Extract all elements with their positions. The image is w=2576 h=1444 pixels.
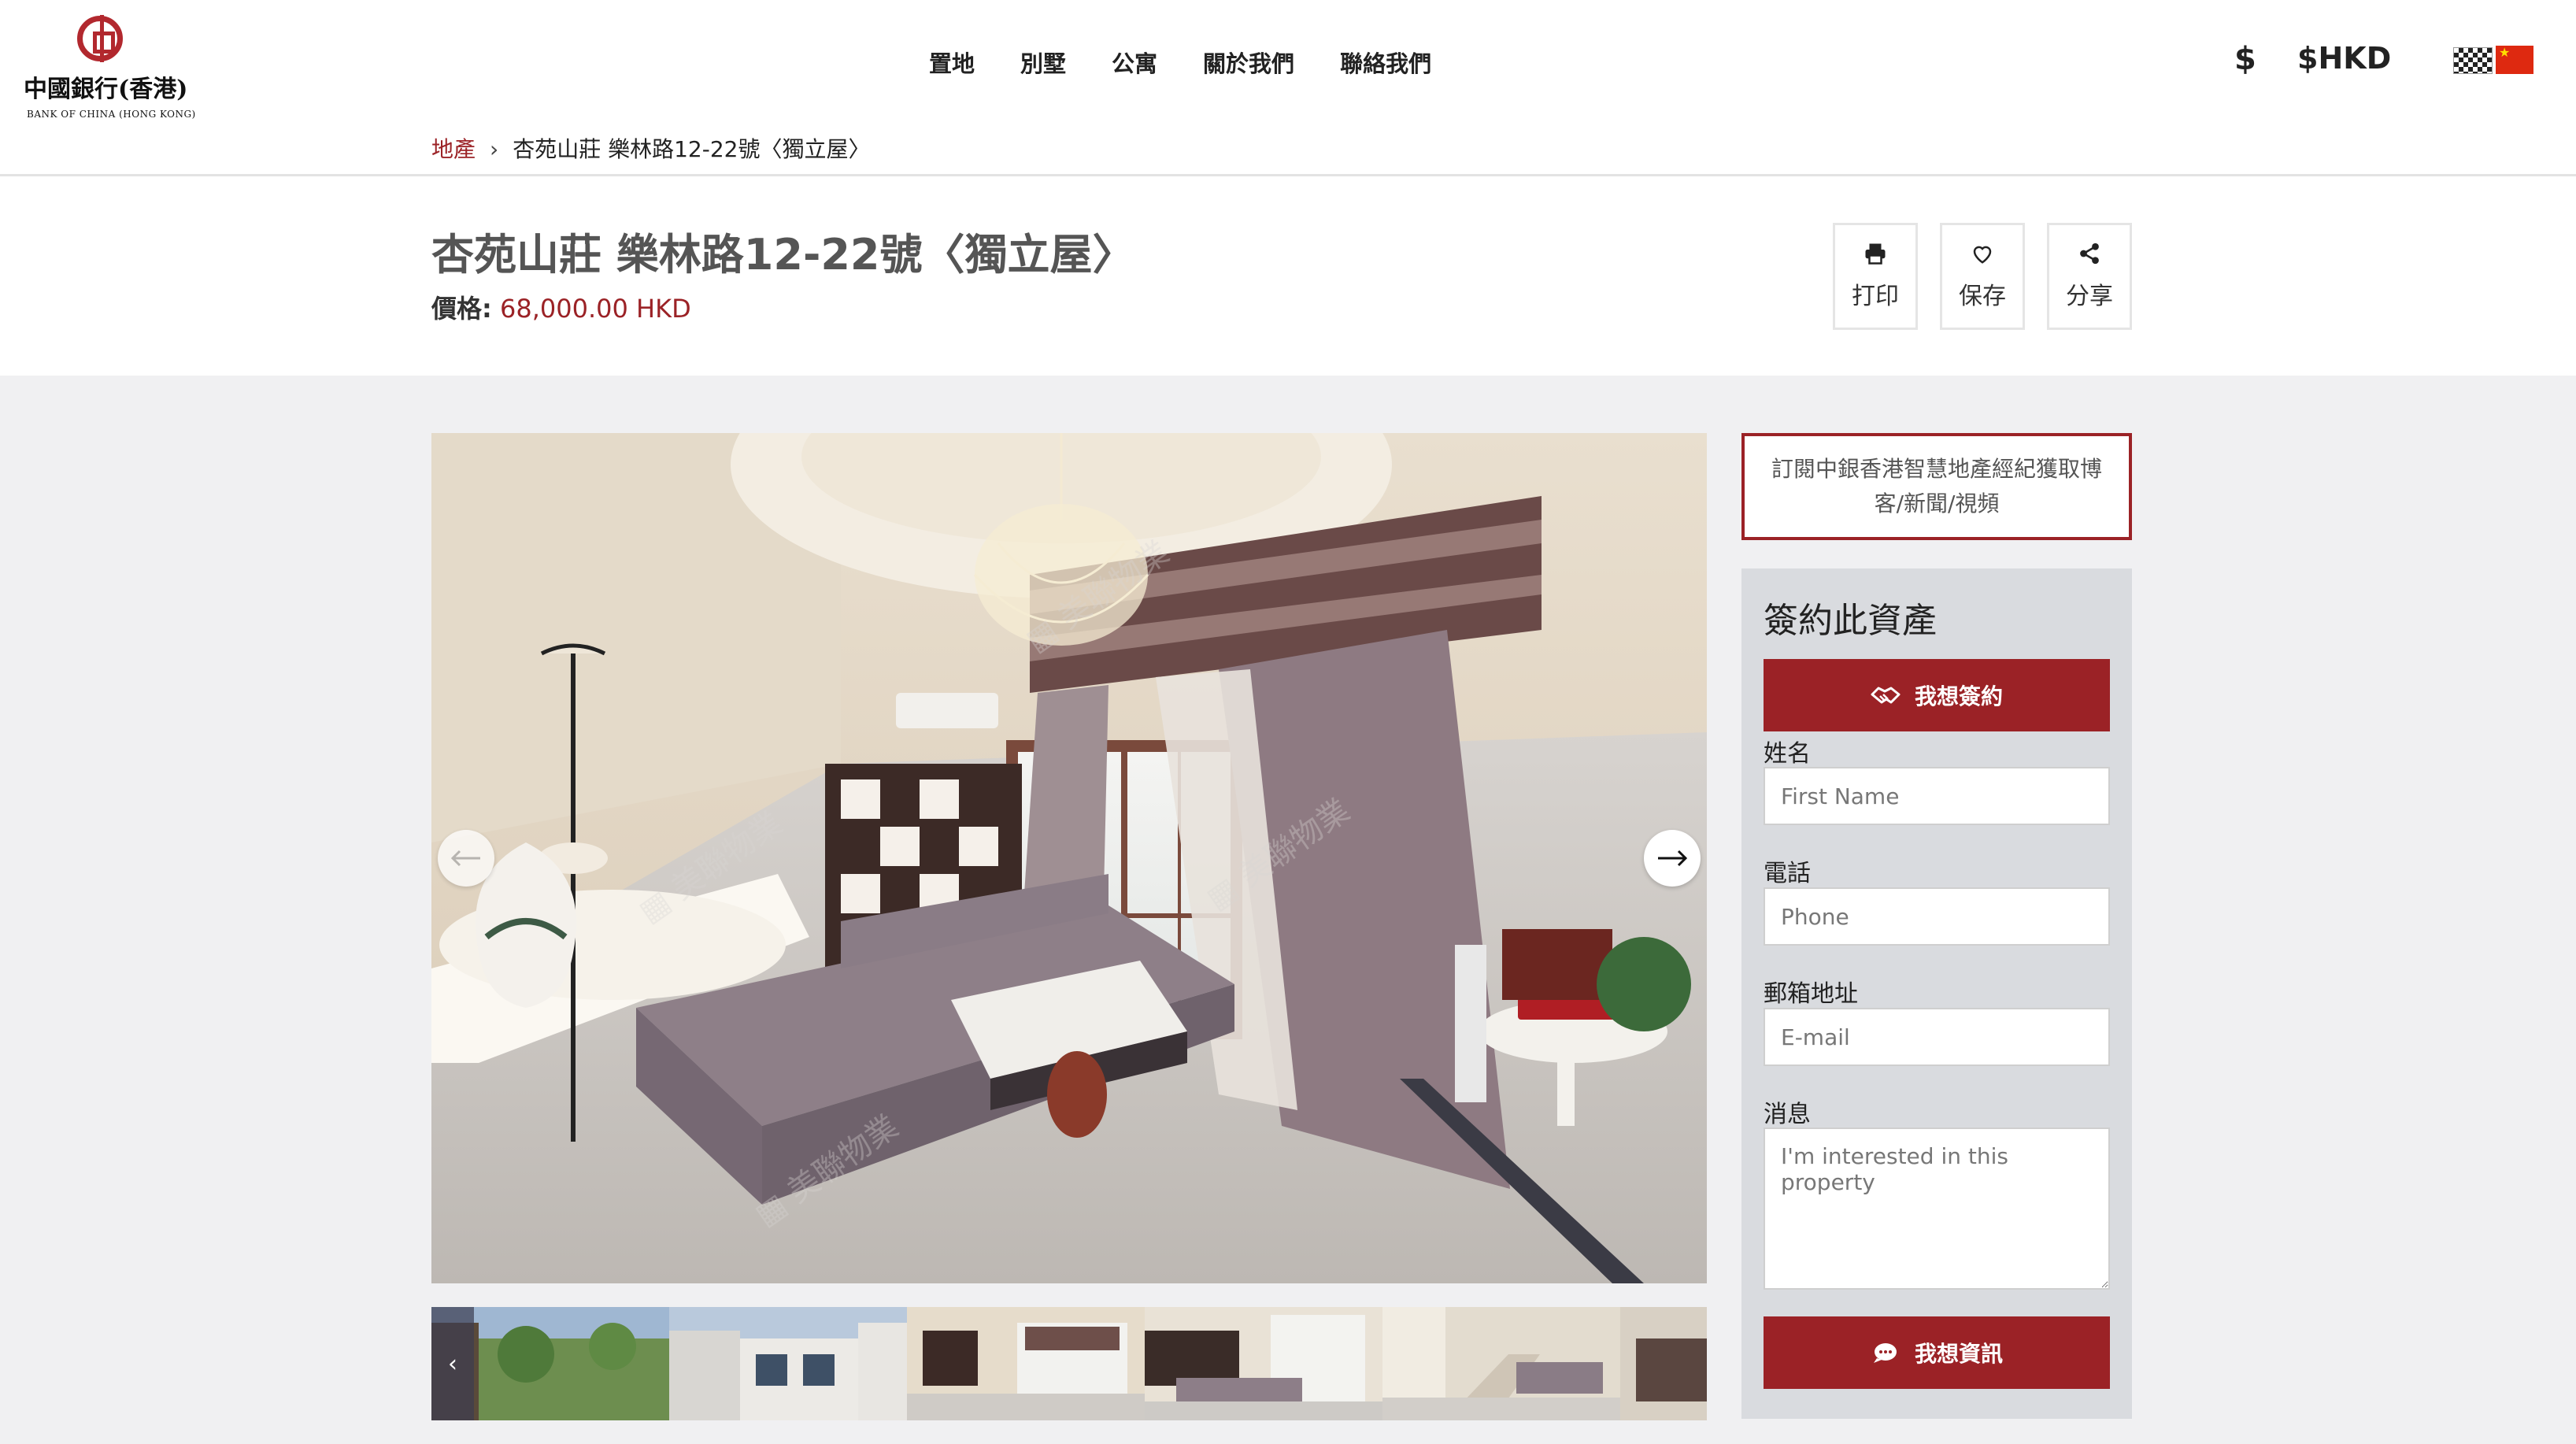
- breadcrumb-separator-icon: ›: [490, 136, 499, 162]
- listing-price: 價格: 68,000.00 HKD: [431, 289, 691, 325]
- nav-item-about[interactable]: 關於我們: [1203, 46, 1294, 79]
- thumbnail-strip: ‹: [431, 1307, 1707, 1420]
- price-label: 價格:: [431, 294, 492, 324]
- site-header: 中國銀行(香港) BANK OF CHINA (HONG KONG) 置地 別墅…: [0, 0, 2576, 176]
- sign-contract-label: 我想簽約: [1914, 683, 2003, 709]
- bank-logo[interactable]: 中國銀行(香港) BANK OF CHINA (HONG KONG): [24, 15, 195, 120]
- logo-text-en: BANK OF CHINA (HONG KONG): [27, 109, 196, 120]
- thumbnail-exterior[interactable]: [669, 1307, 907, 1420]
- save-button[interactable]: 保存: [1940, 223, 2025, 330]
- currency-selector[interactable]: $HKD: [2297, 41, 2391, 76]
- sign-contract-button[interactable]: 我想簽約: [1764, 659, 2110, 731]
- message-label: 消息: [1764, 1101, 1811, 1128]
- breadcrumb-current: 杏苑山莊 樂林路12-22號〈獨立屋〉: [513, 136, 871, 162]
- chat-icon: [1873, 1343, 1897, 1363]
- china-flag-icon[interactable]: ★: [2496, 46, 2533, 74]
- name-field[interactable]: [1764, 767, 2110, 825]
- breadcrumb: 地產 › 杏苑山莊 樂林路12-22號〈獨立屋〉: [431, 132, 870, 164]
- boc-logo-icon: [77, 15, 123, 62]
- name-label: 姓名: [1764, 740, 1811, 768]
- contact-form: 簽約此資產 我想簽約 姓名 電話 郵箱地址 消息 我想資訊: [1741, 568, 2132, 1419]
- subscribe-banner[interactable]: 訂閱中銀香港智慧地產經紀獲取博客/新聞/視頻: [1741, 433, 2132, 540]
- nav-item-land[interactable]: 置地: [929, 46, 975, 79]
- listing-header: 杏苑山莊 樂林路12-22號〈獨立屋〉 價格: 68,000.00 HKD 打印…: [0, 179, 2576, 376]
- arrow-left-icon: [450, 850, 480, 867]
- living-room-photo: ▦ 美聯物業▦ 美聯物業 ▦ 美聯物業▦ 美聯物業: [431, 433, 1707, 1283]
- chevron-left-icon: ‹: [448, 1350, 457, 1378]
- nav-item-villa[interactable]: 別墅: [1020, 46, 1066, 79]
- print-button[interactable]: 打印: [1833, 223, 1918, 330]
- phone-label: 電話: [1764, 860, 1811, 887]
- logo-text-cn: 中國銀行(香港): [24, 76, 188, 103]
- phone-field[interactable]: [1764, 887, 2110, 946]
- contact-title: 簽約此資產: [1764, 601, 1937, 641]
- request-info-label: 我想資訊: [1914, 1341, 2003, 1367]
- heart-icon: [1973, 246, 1992, 264]
- thumbnail-living-room[interactable]: [1145, 1307, 1382, 1420]
- nav-item-apartment[interactable]: 公寓: [1112, 46, 1157, 79]
- share-icon: [2080, 243, 2099, 265]
- email-field[interactable]: [1764, 1008, 2110, 1066]
- gallery-prev-button[interactable]: [438, 830, 494, 887]
- language-flag-icon[interactable]: [2453, 47, 2493, 74]
- email-label: 郵箱地址: [1764, 980, 1858, 1008]
- share-button[interactable]: 分享: [2047, 223, 2132, 330]
- page-title: 杏苑山莊 樂林路12-22號〈獨立屋〉: [431, 230, 1135, 280]
- listing-actions: 打印 保存 分享: [1833, 223, 2132, 330]
- print-label: 打印: [1852, 283, 1899, 310]
- breadcrumb-link-property[interactable]: 地產: [431, 136, 476, 162]
- main-nav: 置地 別墅 公寓 關於我們 聯絡我們: [929, 46, 1431, 79]
- thumbnail-bedroom[interactable]: [1620, 1307, 1707, 1420]
- gallery-next-button[interactable]: [1644, 830, 1701, 887]
- arrow-right-icon: [1658, 850, 1688, 867]
- request-info-button[interactable]: 我想資訊: [1764, 1316, 2110, 1389]
- message-field[interactable]: [1764, 1127, 2110, 1290]
- price-value: 68,000.00 HKD: [499, 294, 691, 324]
- nav-item-contact[interactable]: 聯絡我們: [1340, 46, 1431, 79]
- photo-gallery[interactable]: ▦ 美聯物業 ▦ 美聯物業 ▦ 美聯物業 ▦ 美聯物業: [431, 433, 1707, 1283]
- print-icon: [1865, 243, 1886, 265]
- save-label: 保存: [1959, 283, 2006, 310]
- listing-content: ▦ 美聯物業 ▦ 美聯物業 ▦ 美聯物業 ▦ 美聯物業 ‹ 訂閱中銀香港智慧地產經紀…: [0, 376, 2576, 1444]
- currency-icon[interactable]: $: [2234, 41, 2256, 77]
- handshake-icon: [1871, 687, 1901, 704]
- thumbnail-prev-button[interactable]: ‹: [431, 1307, 474, 1420]
- thumbnail-staircase[interactable]: [1382, 1307, 1620, 1420]
- subscribe-text: 訂閱中銀香港智慧地產經紀獲取博客/新聞/視頻: [1771, 456, 2102, 517]
- share-label: 分享: [2066, 283, 2113, 310]
- thumbnail-dining[interactable]: [907, 1307, 1145, 1420]
